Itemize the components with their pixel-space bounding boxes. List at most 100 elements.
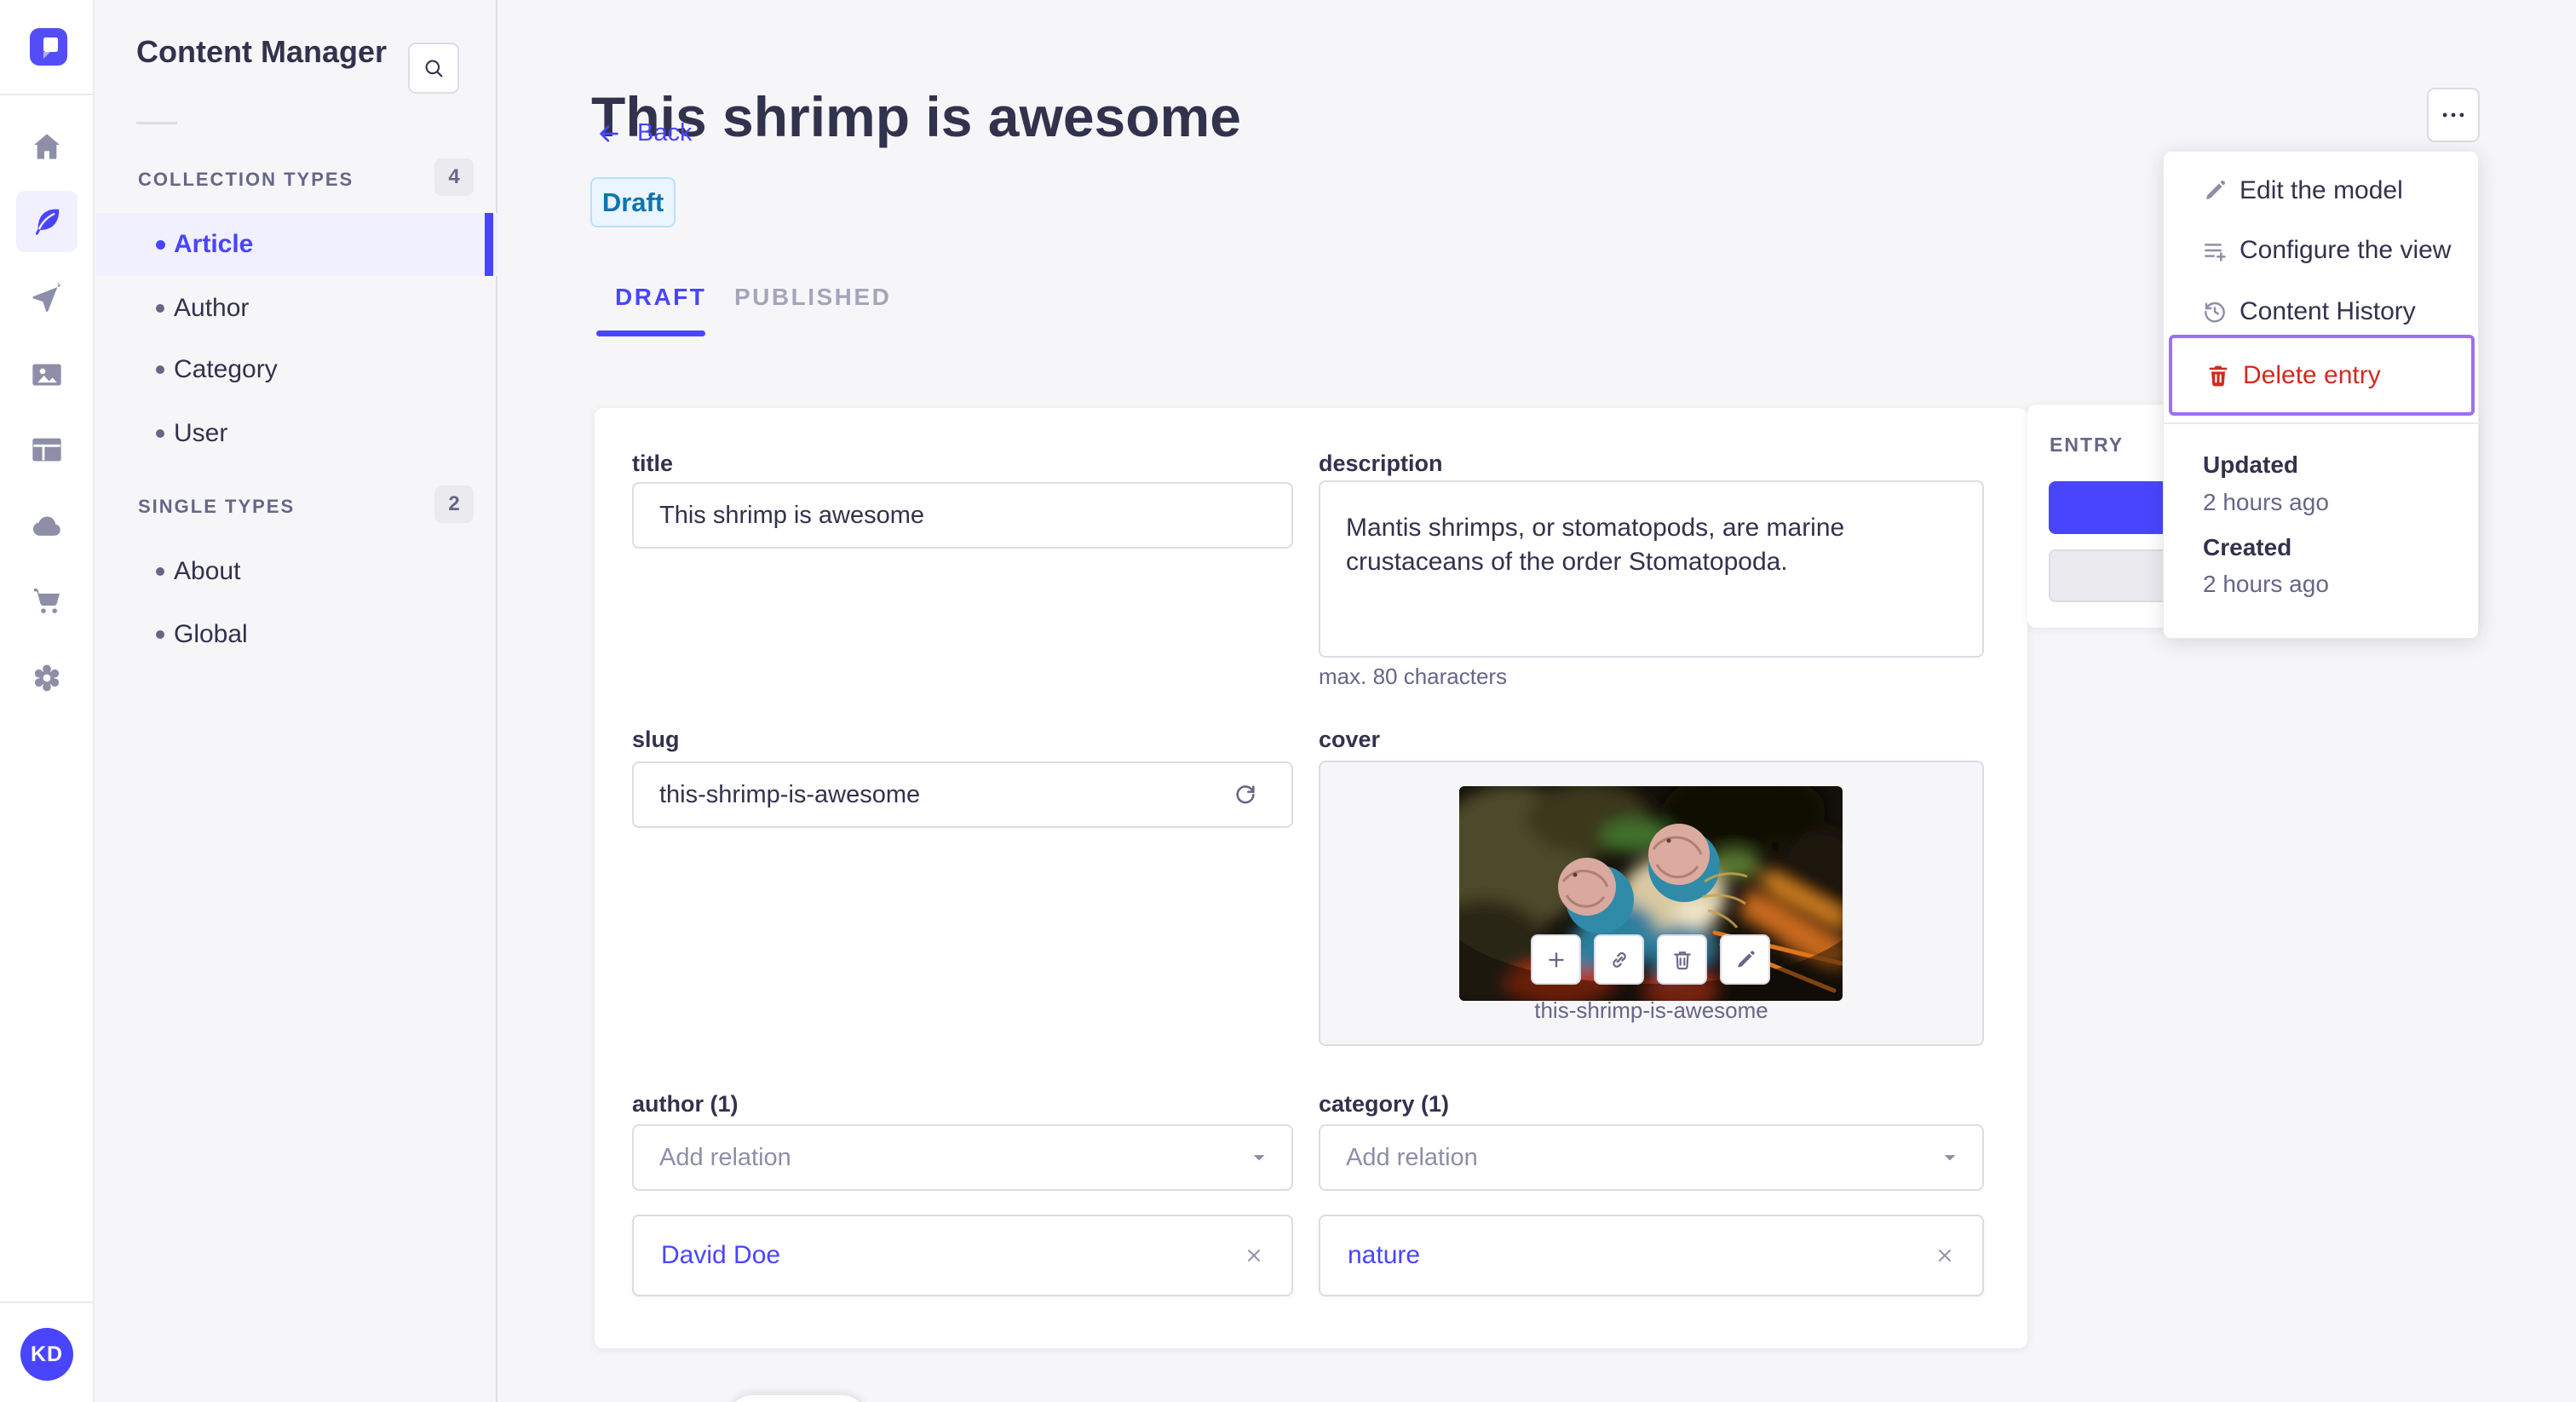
sidebar-item-article[interactable]: Article <box>96 213 497 276</box>
sidebar-item-about[interactable]: About <box>96 540 497 603</box>
actions-dropdown-menu: Edit the model Configure the view Conten… <box>2163 151 2480 639</box>
cover-field-label: cover <box>1319 727 1381 752</box>
relation-link-nature[interactable]: nature <box>1348 1241 1420 1270</box>
arrow-left-icon <box>600 125 618 141</box>
trash-icon <box>1673 951 1691 969</box>
remove-category-relation-button[interactable] <box>1928 1238 1962 1273</box>
cover-toolbar <box>1531 934 1770 985</box>
select-placeholder: Add relation <box>1346 1143 1478 1171</box>
description-textarea[interactable]: Mantis shrimps, or stomatopods, are mari… <box>1319 480 1984 658</box>
search-button[interactable] <box>408 43 459 94</box>
pencil-icon <box>1737 950 1755 968</box>
tab-draft[interactable]: DRAFT <box>615 284 706 311</box>
add-media-button[interactable] <box>1531 934 1581 985</box>
nav-deploy-button[interactable] <box>16 496 78 557</box>
nav-settings-button[interactable] <box>16 647 78 709</box>
nav-content-type-builder-button[interactable] <box>16 419 78 480</box>
updated-value: 2 hours ago <box>2203 489 2329 515</box>
delete-media-button[interactable] <box>1657 934 1707 985</box>
nav-media-library-button[interactable] <box>16 344 78 405</box>
home-icon <box>34 134 60 159</box>
nav-home-button[interactable] <box>16 116 78 177</box>
single-types-header: SINGLE TYPES 2 <box>138 486 474 523</box>
bullet-icon <box>156 630 164 639</box>
subnav-title: Content Manager <box>136 34 388 69</box>
sidebar-item-global[interactable]: Global <box>96 603 497 666</box>
pencil-icon <box>2206 180 2226 199</box>
nav-releases-button[interactable] <box>16 269 78 330</box>
chevron-down-icon <box>1938 1146 1962 1169</box>
slug-field-label: slug <box>632 727 680 752</box>
edit-media-button[interactable] <box>1720 934 1770 985</box>
remove-author-relation-button[interactable] <box>1237 1238 1271 1273</box>
image-icon <box>32 364 61 386</box>
bullet-icon <box>156 365 164 374</box>
title-field-label: title <box>632 451 674 476</box>
nav-content-manager-button[interactable] <box>16 191 78 252</box>
bullet-icon <box>156 429 164 438</box>
updated-label: Updated <box>2203 451 2298 478</box>
cover-filename: this-shrimp-is-awesome <box>1534 997 1768 1023</box>
status-badge: Draft <box>590 177 676 227</box>
active-tab-underline <box>596 330 705 336</box>
subnav-divider <box>136 122 177 124</box>
section-label: SINGLE TYPES <box>138 496 296 517</box>
cloud-icon <box>32 516 60 536</box>
chevron-down-icon <box>1247 1146 1271 1169</box>
trash-icon <box>2209 365 2228 386</box>
close-icon <box>1939 1250 1951 1261</box>
menu-item-configure-view[interactable]: Configure the view <box>2164 223 2480 278</box>
title-input[interactable] <box>632 482 1293 549</box>
avatar-initials: KD <box>30 1342 64 1366</box>
user-avatar[interactable]: KD <box>20 1328 73 1381</box>
sidebar-item-category[interactable]: Category <box>96 338 497 401</box>
menu-item-content-history[interactable]: Content History <box>2164 284 2480 339</box>
single-types-count-badge: 2 <box>434 486 474 523</box>
more-actions-button[interactable] <box>2427 88 2480 142</box>
back-label: Back <box>637 119 693 147</box>
feather-pen-icon <box>35 209 60 235</box>
select-placeholder: Add relation <box>659 1143 791 1171</box>
back-link[interactable]: Back <box>596 119 692 147</box>
link-icon <box>1612 951 1626 968</box>
relation-link-david-doe[interactable]: David Doe <box>661 1241 780 1270</box>
copy-link-button[interactable] <box>1594 934 1644 985</box>
slug-input[interactable] <box>632 761 1293 828</box>
collection-types-header: COLLECTION TYPES 4 <box>138 158 474 196</box>
tab-published[interactable]: PUBLISHED <box>734 284 891 311</box>
category-field-label: category (1) <box>1319 1091 1450 1117</box>
bottom-floating-pill[interactable] <box>727 1395 867 1402</box>
gear-icon <box>34 664 60 692</box>
active-indicator <box>485 213 493 276</box>
history-clock-icon <box>2205 302 2225 323</box>
menu-item-edit-model[interactable]: Edit the model <box>2164 164 2480 218</box>
collection-types-count-badge: 4 <box>434 158 474 196</box>
section-label: COLLECTION TYPES <box>138 169 354 190</box>
category-relation-select[interactable]: Add relation <box>1319 1124 1984 1191</box>
content-manager-subnav: Content Manager COLLECTION TYPES 4 Artic… <box>95 0 497 1402</box>
nav-marketplace-button[interactable] <box>16 571 78 632</box>
menu-item-delete-entry[interactable]: Delete entry <box>2169 335 2475 416</box>
ellipsis-icon <box>2442 112 2464 118</box>
shopping-cart-icon <box>34 589 60 613</box>
main-nav: KD <box>0 0 95 1402</box>
author-relation-select[interactable]: Add relation <box>632 1124 1293 1191</box>
strapi-logo-icon <box>30 28 67 66</box>
search-icon <box>425 60 443 78</box>
sidebar-item-user[interactable]: User <box>96 402 497 465</box>
author-field-label: author (1) <box>632 1091 739 1117</box>
plus-icon <box>1548 951 1564 968</box>
refresh-icon <box>1236 785 1255 804</box>
created-value: 2 hours ago <box>2203 571 2329 597</box>
strapi-admin: KD Content Manager COLLECTION TYPES 4 Ar… <box>0 0 2576 1402</box>
bullet-icon <box>156 239 165 250</box>
bullet-icon <box>156 567 164 576</box>
sidebar-item-author[interactable]: Author <box>96 277 497 340</box>
close-icon <box>1248 1250 1260 1261</box>
nav-divider-bottom <box>0 1301 95 1303</box>
brand-logo[interactable] <box>30 28 67 66</box>
menu-divider <box>2164 422 2480 424</box>
layout-icon <box>32 438 61 462</box>
regenerate-slug-button[interactable] <box>1232 781 1259 808</box>
author-relation-item: David Doe <box>632 1215 1293 1296</box>
